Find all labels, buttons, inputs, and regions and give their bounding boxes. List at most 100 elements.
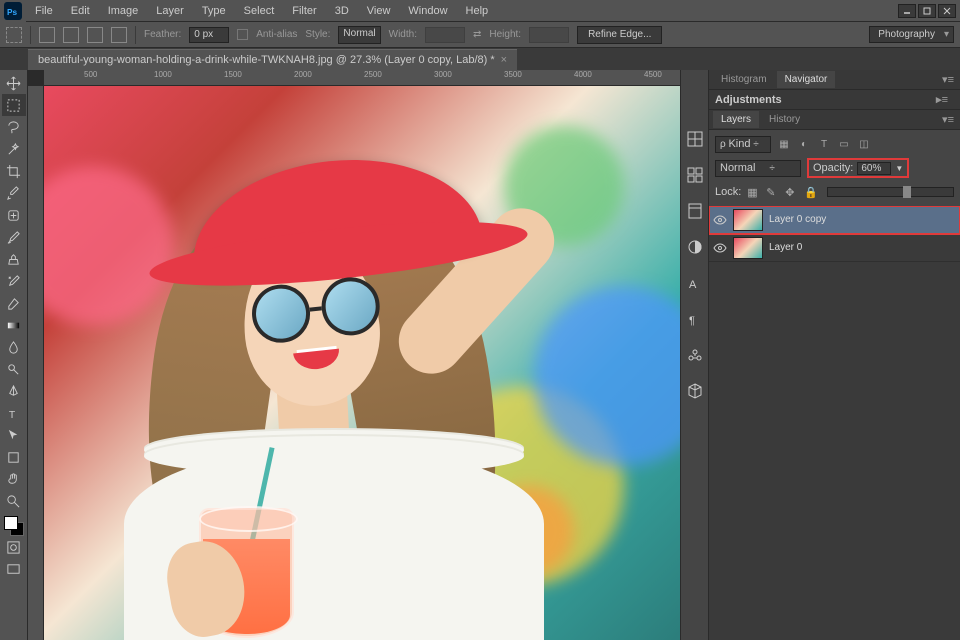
subtract-selection-icon[interactable] — [87, 27, 103, 43]
shape-tool[interactable] — [2, 446, 26, 468]
character-panel-icon[interactable]: A — [686, 274, 704, 292]
crop-tool[interactable] — [2, 160, 26, 182]
ruler-tick: 3500 — [504, 70, 522, 79]
lock-pixels-icon[interactable]: ✎ — [766, 186, 779, 199]
marquee-tool[interactable] — [2, 94, 26, 116]
tab-histogram[interactable]: Histogram — [713, 71, 775, 88]
zoom-tool[interactable] — [2, 490, 26, 512]
lock-position-icon[interactable]: ✥ — [785, 186, 798, 199]
menu-edit[interactable]: Edit — [62, 1, 99, 21]
panel-menu-icon[interactable]: ▸≡ — [930, 90, 954, 109]
separator — [135, 26, 136, 44]
intersect-selection-icon[interactable] — [111, 27, 127, 43]
ruler-horizontal[interactable]: 500 1000 1500 2000 2500 3000 3500 4000 4… — [44, 70, 680, 86]
ruler-vertical[interactable] — [28, 86, 44, 640]
visibility-toggle-icon[interactable] — [713, 241, 727, 255]
menu-help[interactable]: Help — [457, 1, 498, 21]
eyedropper-tool[interactable] — [2, 182, 26, 204]
lasso-tool[interactable] — [2, 116, 26, 138]
healing-brush-tool[interactable] — [2, 204, 26, 226]
styles-panel-icon[interactable] — [686, 346, 704, 364]
menu-select[interactable]: Select — [235, 1, 284, 21]
move-tool[interactable] — [2, 72, 26, 94]
canvas[interactable] — [44, 86, 680, 640]
layer-filter-kind[interactable]: ρ Kind ÷ — [715, 136, 771, 153]
add-selection-icon[interactable] — [63, 27, 79, 43]
menu-type[interactable]: Type — [193, 1, 235, 21]
magic-wand-tool[interactable] — [2, 138, 26, 160]
lock-transparency-icon[interactable]: ▦ — [747, 186, 760, 199]
clone-stamp-tool[interactable] — [2, 248, 26, 270]
type-tool[interactable]: T — [2, 402, 26, 424]
menu-file[interactable]: File — [26, 1, 62, 21]
layer-name[interactable]: Layer 0 — [769, 242, 802, 253]
app-logo: Ps — [0, 0, 26, 22]
layer-name[interactable]: Layer 0 copy — [769, 214, 826, 225]
tab-history[interactable]: History — [761, 111, 808, 128]
panel-menu-icon[interactable]: ▾≡ — [936, 70, 960, 89]
menu-view[interactable]: View — [358, 1, 400, 21]
blend-mode-select[interactable]: Normal ÷ — [715, 160, 801, 177]
menu-image[interactable]: Image — [99, 1, 148, 21]
adjustments-panel-header[interactable]: Adjustments ▸≡ — [709, 90, 960, 110]
minimize-button[interactable] — [898, 4, 916, 18]
lock-label: Lock: — [715, 186, 741, 198]
gradient-tool[interactable] — [2, 314, 26, 336]
tools-panel: T — [0, 70, 28, 640]
filter-type-icon[interactable]: T — [817, 137, 831, 151]
opacity-control[interactable]: Opacity: 60% ▼ — [807, 158, 909, 178]
close-button[interactable] — [938, 4, 956, 18]
3d-panel-icon[interactable] — [686, 382, 704, 400]
lock-all-icon[interactable]: 🔒 — [804, 186, 817, 199]
histogram-navigator-tabs: Histogram Navigator ▾≡ — [709, 70, 960, 90]
pen-tool[interactable] — [2, 380, 26, 402]
history-brush-tool[interactable] — [2, 270, 26, 292]
workspace-selector[interactable]: Photography — [869, 26, 954, 43]
tab-navigator[interactable]: Navigator — [777, 71, 836, 88]
tool-preset-icon[interactable] — [6, 27, 22, 43]
adjustments-panel-icon[interactable] — [686, 238, 704, 256]
libraries-panel-icon[interactable] — [686, 202, 704, 220]
path-selection-tool[interactable] — [2, 424, 26, 446]
swatches-panel-icon[interactable] — [686, 166, 704, 184]
menu-layer[interactable]: Layer — [147, 1, 193, 21]
menu-window[interactable]: Window — [399, 1, 456, 21]
screen-mode-toggle[interactable] — [2, 558, 26, 580]
antialias-checkbox[interactable] — [237, 29, 248, 40]
layer-thumbnail[interactable] — [733, 209, 763, 231]
feather-input[interactable]: 0 px — [189, 27, 229, 43]
panel-menu-icon[interactable]: ▾≡ — [936, 110, 960, 129]
refine-edge-button[interactable]: Refine Edge... — [577, 26, 662, 44]
chevron-down-icon[interactable]: ▼ — [895, 164, 903, 173]
layer-list: Layer 0 copy Layer 0 — [709, 206, 960, 640]
quick-mask-toggle[interactable] — [2, 536, 26, 558]
filter-shape-icon[interactable]: ▭ — [837, 137, 851, 151]
menu-3d[interactable]: 3D — [326, 1, 358, 21]
new-selection-icon[interactable] — [39, 27, 55, 43]
layer-thumbnail[interactable] — [733, 237, 763, 259]
fill-slider[interactable] — [827, 187, 954, 197]
blur-tool[interactable] — [2, 336, 26, 358]
close-tab-icon[interactable]: × — [501, 54, 507, 66]
style-select[interactable]: Normal — [338, 26, 380, 44]
filter-pixel-icon[interactable]: ▦ — [777, 137, 791, 151]
document-tab[interactable]: beautiful-young-woman-holding-a-drink-wh… — [28, 49, 517, 70]
brush-tool[interactable] — [2, 226, 26, 248]
filter-adjustment-icon[interactable]: ◐ — [797, 137, 811, 151]
ruler-tick: 1500 — [224, 70, 242, 79]
paragraph-panel-icon[interactable]: ¶ — [686, 310, 704, 328]
menu-filter[interactable]: Filter — [283, 1, 325, 21]
tab-layers[interactable]: Layers — [713, 111, 759, 128]
eraser-tool[interactable] — [2, 292, 26, 314]
hand-tool[interactable] — [2, 468, 26, 490]
filter-smart-icon[interactable]: ◫ — [857, 137, 871, 151]
visibility-toggle-icon[interactable] — [713, 213, 727, 227]
color-swatches[interactable] — [4, 516, 24, 536]
layer-row[interactable]: Layer 0 copy — [709, 206, 960, 234]
opacity-value[interactable]: 60% — [857, 162, 891, 175]
color-panel-icon[interactable] — [686, 130, 704, 148]
maximize-button[interactable] — [918, 4, 936, 18]
layer-row[interactable]: Layer 0 — [709, 234, 960, 262]
dodge-tool[interactable] — [2, 358, 26, 380]
panels-column: Histogram Navigator ▾≡ Adjustments ▸≡ La… — [708, 70, 960, 640]
